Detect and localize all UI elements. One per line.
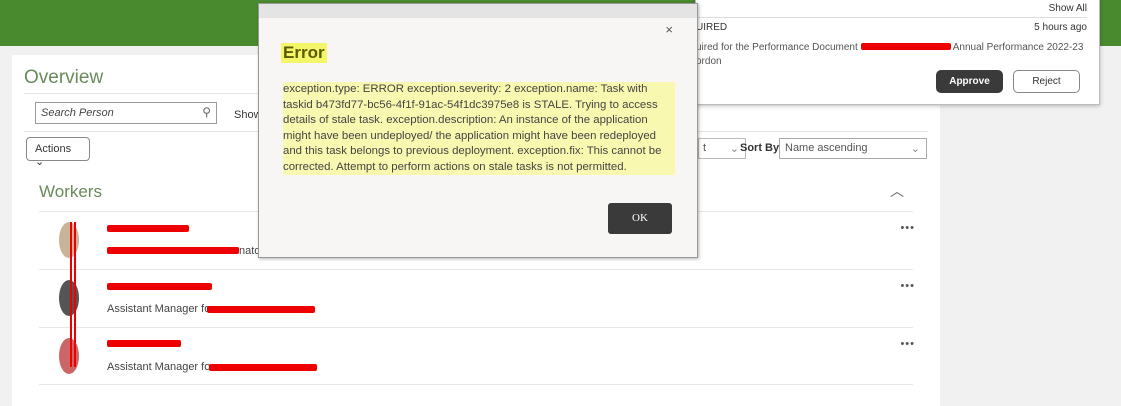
redacted-name [107, 225, 189, 232]
ok-button[interactable]: OK [608, 203, 672, 234]
sort-value: Name ascending [785, 142, 868, 154]
notification-description: uired for the Performance Document Annua… [696, 42, 1083, 53]
worker-role: Assistant Manager for [107, 303, 214, 315]
desc-start: uired for the Performance Document [696, 42, 858, 53]
chevron-down-icon: ⌄ [729, 143, 739, 155]
show-all-link[interactable]: Show All [1049, 3, 1087, 15]
chevron-down-icon: ⌄ [35, 156, 45, 168]
page-title: Overview [24, 67, 104, 88]
avatar [59, 222, 79, 258]
redacted-org [207, 306, 315, 313]
redacted-role [107, 247, 239, 254]
notification-time: 5 hours ago [1034, 22, 1087, 33]
more-options-icon[interactable]: ••• [900, 338, 915, 350]
notification-popover: Show All UIRED 5 hours ago uired for the… [695, 0, 1100, 105]
search-icon[interactable]: ⚲ [202, 105, 211, 119]
more-options-icon[interactable]: ••• [900, 280, 915, 292]
notification-title: UIRED [696, 22, 728, 33]
approve-button[interactable]: Approve [936, 70, 1003, 93]
close-icon[interactable]: × [665, 22, 673, 37]
dialog-title: Error [281, 43, 327, 63]
error-message: exception.type: ERROR exception.severity… [283, 82, 675, 175]
divider [696, 17, 1087, 18]
search-placeholder: Search Person [41, 107, 114, 119]
redacted-doc [860, 43, 951, 50]
worker-row[interactable]: Assistant Manager for ••• [39, 327, 915, 385]
notification-description-line2: ordon [696, 56, 722, 67]
redacted-name [107, 340, 181, 347]
reject-button[interactable]: Reject [1013, 70, 1080, 93]
worker-role: Assistant Manager for [107, 361, 214, 373]
worker-row[interactable]: Assistant Manager for ••• [39, 269, 915, 327]
chevron-up-icon[interactable]: ︿ [890, 181, 904, 201]
redaction-mark [70, 222, 76, 367]
search-input[interactable]: Search Person ⚲ [35, 102, 217, 124]
sort-label: Sort By [740, 142, 780, 154]
error-dialog: × Error exception.type: ERROR exception.… [258, 3, 698, 258]
more-options-icon[interactable]: ••• [900, 222, 915, 234]
actions-label: Actions [35, 143, 72, 155]
redacted-name [107, 283, 212, 290]
actions-button[interactable]: Actions ⌄ [26, 137, 90, 168]
avatar [59, 338, 79, 374]
dialog-titlebar [259, 4, 697, 18]
redacted-org [209, 364, 317, 371]
filter-select[interactable]: t ⌄ [698, 138, 746, 159]
sort-select[interactable]: Name ascending ⌄ [779, 138, 927, 159]
desc-end: Annual Performance 2022-23 [952, 42, 1084, 53]
avatar [59, 280, 79, 316]
filter-value: t [703, 142, 707, 154]
chevron-down-icon: ⌄ [910, 143, 920, 155]
workers-heading: Workers [39, 182, 102, 201]
